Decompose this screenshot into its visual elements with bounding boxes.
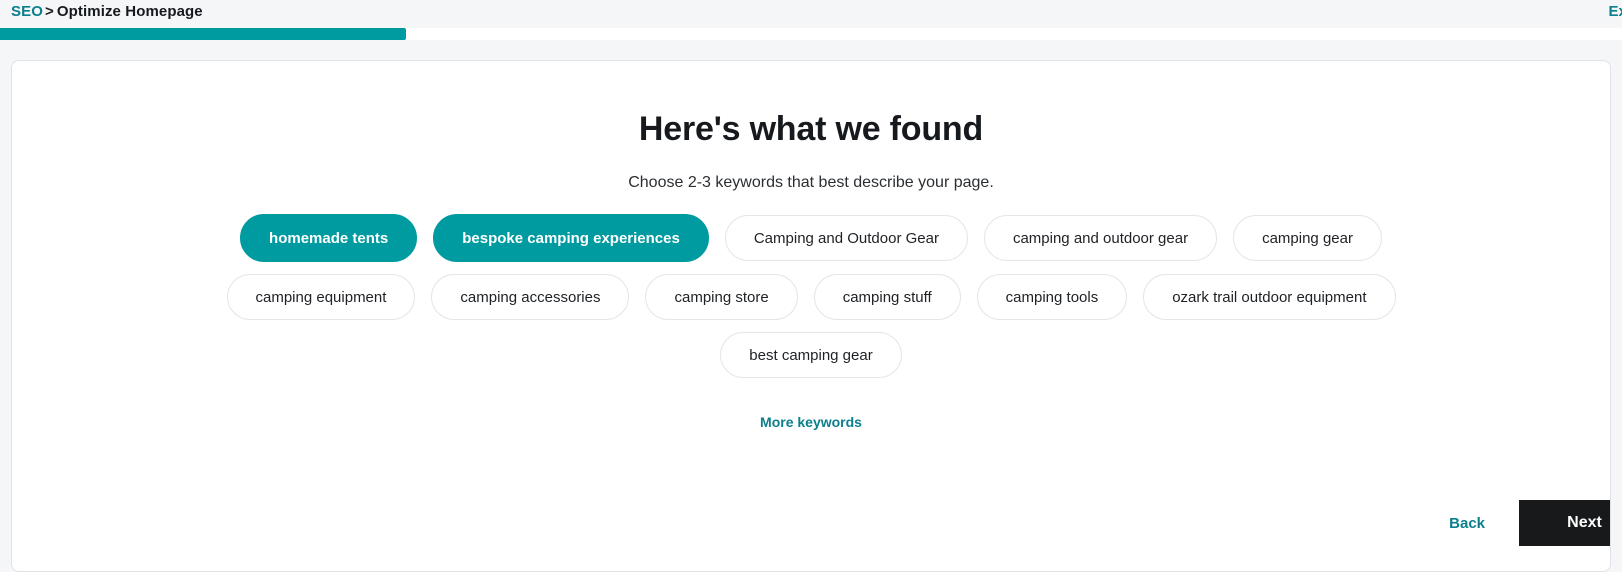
more-keywords-link[interactable]: More keywords: [760, 414, 862, 430]
keyword-chip[interactable]: camping tools: [976, 274, 1128, 320]
content-card: Here's what we found Choose 2-3 keywords…: [11, 60, 1611, 572]
breadcrumb-current: Optimize Homepage: [56, 3, 203, 20]
keyword-chip-row: camping equipment camping accessories camp…: [12, 274, 1610, 320]
exit-link[interactable]: Exit: [1608, 3, 1622, 20]
page-subtitle: Choose 2-3 keywords that best describe y…: [628, 174, 994, 191]
top-bar: SEO>Optimize Homepage Exit: [0, 0, 1622, 28]
keyword-chip[interactable]: best camping gear: [720, 332, 902, 378]
breadcrumb: SEO > Optimize Homepage: [11, 3, 203, 20]
footer-actions: Back Next: [1449, 500, 1610, 546]
page-title: Here's what we found: [638, 110, 984, 148]
more-keywords-container: More keywords: [12, 414, 1610, 432]
keyword-chip[interactable]: camping store: [645, 274, 798, 320]
keyword-chip[interactable]: camping gear: [1233, 215, 1382, 261]
back-button[interactable]: Back: [1449, 515, 1519, 532]
keyword-chip[interactable]: Camping and Outdoor Gear: [724, 215, 968, 261]
keyword-chip[interactable]: ozark trail outdoor equipment: [1143, 274, 1396, 320]
keyword-chip[interactable]: bespoke camping experiences: [433, 214, 709, 262]
progress-bar-fill: [0, 28, 406, 40]
next-button[interactable]: Next: [1519, 500, 1610, 546]
keyword-chip-group: homemade tents bespoke camping experience…: [12, 214, 1610, 378]
progress-spacer: [0, 40, 1622, 60]
keyword-chip-row: best camping gear: [12, 332, 1610, 378]
keyword-chip[interactable]: camping accessories: [431, 274, 630, 320]
keyword-chip[interactable]: camping stuff: [813, 274, 961, 320]
breadcrumb-separator: >: [44, 3, 54, 20]
keyword-chip[interactable]: camping and outdoor gear: [983, 215, 1218, 261]
keyword-chip-row: homemade tents bespoke camping experience…: [12, 214, 1610, 262]
keyword-chip[interactable]: homemade tents: [240, 214, 418, 262]
progress-bar: [0, 28, 1622, 40]
keyword-chip[interactable]: camping equipment: [226, 274, 416, 320]
breadcrumb-root[interactable]: SEO: [11, 3, 43, 20]
